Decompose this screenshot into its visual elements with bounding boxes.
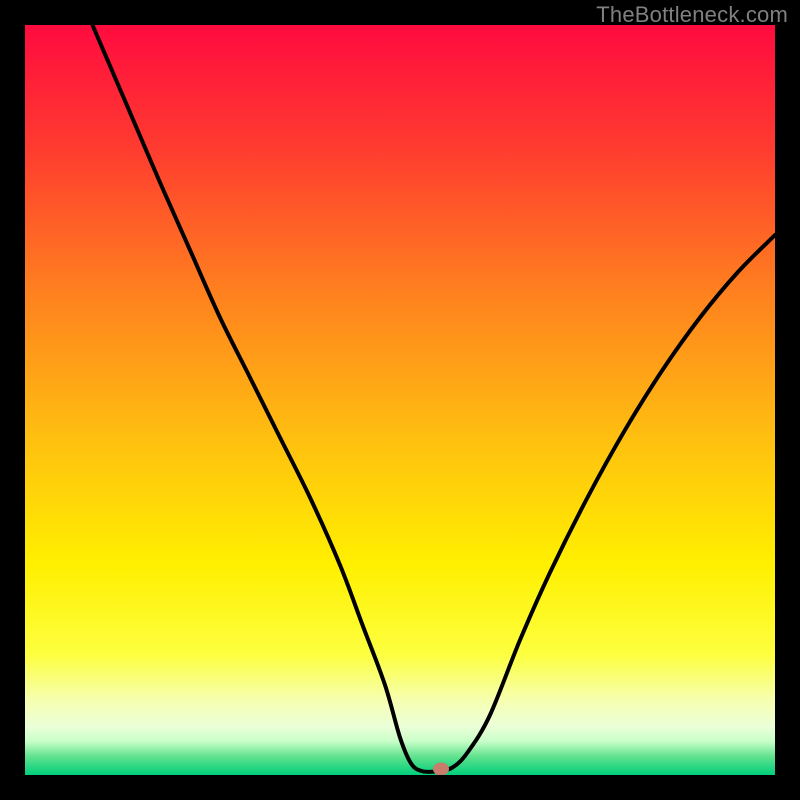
chart-frame: TheBottleneck.com [0,0,800,800]
plot-area [25,25,775,775]
watermark-text: TheBottleneck.com [596,2,788,28]
curve-layer [25,25,775,775]
optimal-point-marker [433,763,449,776]
bottleneck-curve [93,25,776,772]
